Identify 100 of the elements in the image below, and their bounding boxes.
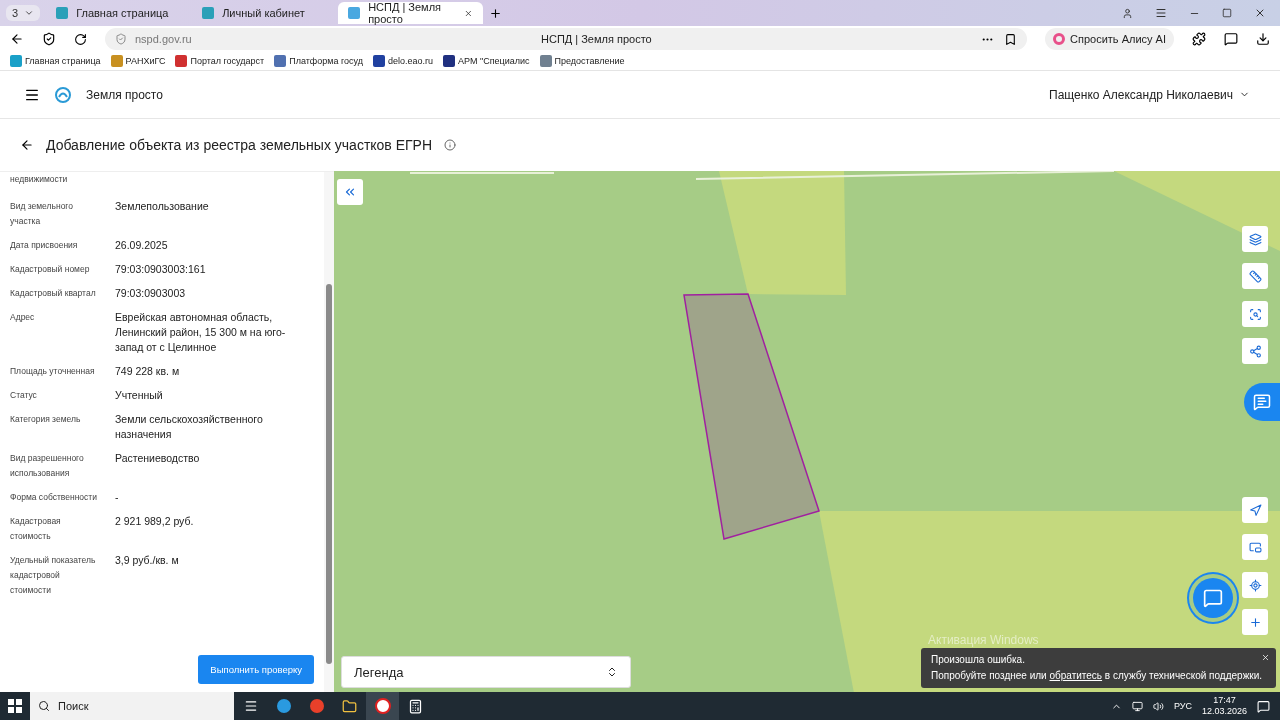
field-value: - xyxy=(115,490,120,505)
close-icon[interactable] xyxy=(1261,653,1270,662)
back-icon[interactable] xyxy=(20,138,34,152)
browser-tab[interactable]: НСПД | Земля просто xyxy=(338,2,484,24)
download-icon[interactable] xyxy=(1256,32,1270,46)
area-select-icon xyxy=(1248,307,1262,321)
profile-icon[interactable] xyxy=(1122,7,1133,19)
logo-text: Земля просто xyxy=(86,87,163,102)
site-icon xyxy=(348,7,361,19)
field-value: Растениеводство xyxy=(115,451,201,466)
field-value: Еврейская автономная область, Ленинский район, 15 300 м на юго-запад от с Целинное xyxy=(115,310,287,355)
chat-icon xyxy=(1203,588,1223,608)
language-indicator[interactable]: РУС xyxy=(1173,701,1192,711)
field-label: Статус xyxy=(10,389,38,402)
picture-in-picture-button[interactable] xyxy=(1242,534,1268,560)
error-message: Попробуйте позднее или обратитесь в службу технической поддержки. xyxy=(931,669,1264,683)
locate-icon xyxy=(1248,578,1262,592)
field-value: Учтенный xyxy=(115,388,164,403)
clock[interactable]: 17:47 12.03.2026 xyxy=(1201,695,1247,717)
back-icon[interactable] xyxy=(10,32,24,46)
taskbar-search[interactable]: Поиск xyxy=(30,692,234,720)
field-value: Земли сельскохозяйственного назначения xyxy=(115,412,264,442)
ruler-icon xyxy=(1248,269,1262,283)
url-text: nspd.gov.ru xyxy=(135,33,192,45)
activation-notice: Активация Windows xyxy=(928,633,1039,647)
page-title-text: НСПД | Земля просто xyxy=(541,33,652,45)
field-value: Землепользование xyxy=(115,199,210,214)
tab-count[interactable]: 3 xyxy=(6,5,41,21)
volume-icon[interactable] xyxy=(1152,700,1164,712)
search-icon xyxy=(38,700,50,712)
menu-icon[interactable] xyxy=(1155,7,1167,19)
zoom-in-button[interactable] xyxy=(1242,609,1268,635)
reload-icon[interactable] xyxy=(74,32,87,46)
layers-button[interactable] xyxy=(1242,226,1268,252)
shield-icon[interactable] xyxy=(42,32,56,46)
windows-logo-icon[interactable] xyxy=(8,699,22,713)
bookmark-link[interactable]: Платформа госуд xyxy=(274,55,363,67)
share-button[interactable] xyxy=(1242,338,1268,364)
chat-icon xyxy=(1253,393,1271,411)
ruler-button[interactable] xyxy=(1242,263,1268,289)
browser-tab[interactable]: Главная страница xyxy=(46,2,187,24)
page-title: Добавление объекта из реестра земельных участков ЕГРН xyxy=(46,137,433,153)
field-label: Вид земельного участка xyxy=(10,200,74,228)
up-down-chevron-icon xyxy=(606,666,618,678)
area-select-button[interactable] xyxy=(1242,301,1268,327)
field-label: Дата присвоения xyxy=(10,239,79,252)
bookmark-link[interactable]: Предоставление xyxy=(539,55,625,67)
extensions-icon[interactable] xyxy=(1192,32,1206,46)
field-label: Площадь уточненная xyxy=(10,365,96,378)
field-label: Кадастровый номер xyxy=(10,263,91,276)
network-icon[interactable] xyxy=(1131,700,1143,712)
error-title: Произошла ошибка. xyxy=(931,653,1025,667)
share-icon xyxy=(1248,344,1262,358)
browser-tab[interactable]: Личный кабинет xyxy=(192,2,333,24)
field-value: 26.09.2025 xyxy=(115,238,169,253)
check-button[interactable]: Выполнить проверку xyxy=(198,655,314,684)
layers-icon xyxy=(1248,232,1262,246)
address-bar[interactable]: nspd.gov.ru НСПД | Земля просто xyxy=(105,28,1028,50)
bookmark-link[interactable]: Портал государст xyxy=(175,55,265,67)
bookmark-link[interactable]: АРМ "Специалис xyxy=(443,55,530,67)
double-chevron-left-icon xyxy=(343,185,357,199)
support-link[interactable]: обратитесь xyxy=(1049,670,1103,681)
logo-icon xyxy=(54,85,72,104)
new-tab-icon[interactable] xyxy=(489,6,503,20)
restore-icon[interactable] xyxy=(1222,8,1232,18)
field-label: Кадастровый квартал xyxy=(10,287,97,300)
bookmark-icon[interactable] xyxy=(1004,32,1018,46)
locate-button[interactable] xyxy=(1242,572,1268,598)
zoom-in-icon xyxy=(1248,615,1262,629)
close-icon[interactable] xyxy=(1254,7,1266,19)
site-icon xyxy=(202,7,215,19)
field-value: 2 921 989,2 руб. xyxy=(115,514,195,529)
scrollbar[interactable] xyxy=(324,172,334,692)
field-value: 79:03:0903003 xyxy=(115,286,187,301)
legend-select[interactable]: Легенда xyxy=(341,656,631,688)
collapse-panel-button[interactable] xyxy=(337,179,363,205)
field-label: Удельный показатель кадастровой стоимости xyxy=(10,554,97,597)
field-value: 79:03:0903003:161 xyxy=(115,262,207,277)
field-label: Категория земель xyxy=(10,413,82,426)
field-label: Вид разрешенного использования xyxy=(10,452,85,480)
bookmark-link[interactable]: Главная страница xyxy=(10,55,101,67)
navigation-arrow-button[interactable] xyxy=(1242,497,1268,523)
bookmark-link[interactable]: delo.eao.ru xyxy=(373,55,434,67)
field-label: Кадастровая стоимость xyxy=(10,515,62,543)
notifications-icon[interactable] xyxy=(1257,699,1270,713)
field-value: 3,9 руб./кв. м xyxy=(115,553,180,568)
bookmark-link[interactable]: РАНХиГС xyxy=(110,55,166,67)
search-placeholder: Поиск xyxy=(58,700,89,712)
field-label: Форма собственности xyxy=(10,491,98,504)
site-icon xyxy=(56,7,69,19)
picture-in-picture-icon xyxy=(1248,540,1262,554)
chevron-down-icon xyxy=(24,8,35,18)
info-icon[interactable] xyxy=(444,139,457,151)
shield-icon xyxy=(115,33,127,45)
field-value: 749 228 кв. м xyxy=(115,364,181,379)
alice-button[interactable]: Спросить Алису AI xyxy=(1045,28,1174,50)
field-label: Адрес xyxy=(10,311,36,324)
chat-tab[interactable] xyxy=(1244,383,1280,421)
field-label: недвижимости xyxy=(10,173,69,186)
user-menu[interactable]: Пащенко Александр Николаевич xyxy=(1043,86,1256,103)
